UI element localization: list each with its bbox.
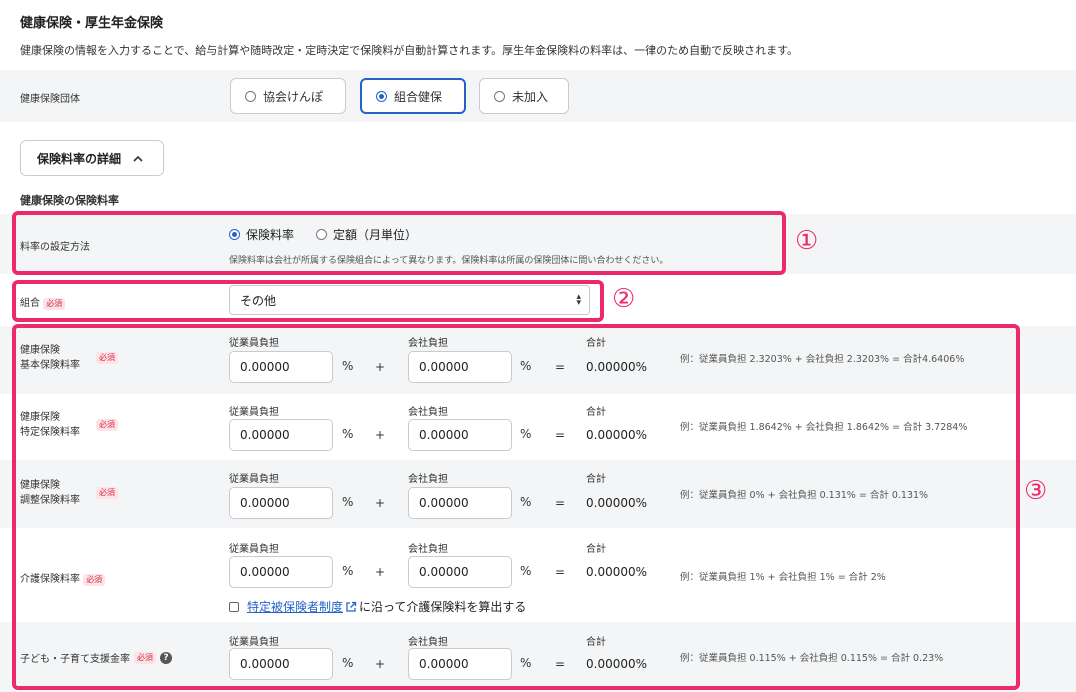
annotation-3: ③ bbox=[1024, 476, 1048, 506]
radio-icon bbox=[494, 90, 505, 102]
insurer-option-none[interactable]: 未加入 bbox=[479, 78, 569, 114]
insurer-group-label: 健康保険団体 bbox=[20, 94, 80, 105]
highlight-box-2 bbox=[12, 280, 604, 322]
radio-selected-icon bbox=[376, 90, 387, 102]
rate-details-toggle[interactable]: 保険料率の詳細 bbox=[20, 140, 164, 176]
chevron-up-icon bbox=[133, 155, 143, 162]
section-title: 健康保険の保険料率 bbox=[20, 194, 119, 207]
annotation-2: ② bbox=[612, 284, 636, 314]
highlight-box-1 bbox=[12, 211, 786, 275]
annotation-1: ① bbox=[795, 226, 819, 256]
page-description: 健康保険の情報を入力することで、給与計算や随時改定・定時決定で保険料が自動計算さ… bbox=[20, 44, 799, 57]
highlight-box-3 bbox=[12, 324, 1020, 690]
radio-icon bbox=[245, 90, 256, 102]
page-title: 健康保険・厚生年金保険 bbox=[20, 16, 164, 31]
insurer-option-kyokai[interactable]: 協会けんぽ bbox=[230, 78, 346, 114]
insurer-option-kumiai[interactable]: 組合健保 bbox=[360, 78, 466, 114]
